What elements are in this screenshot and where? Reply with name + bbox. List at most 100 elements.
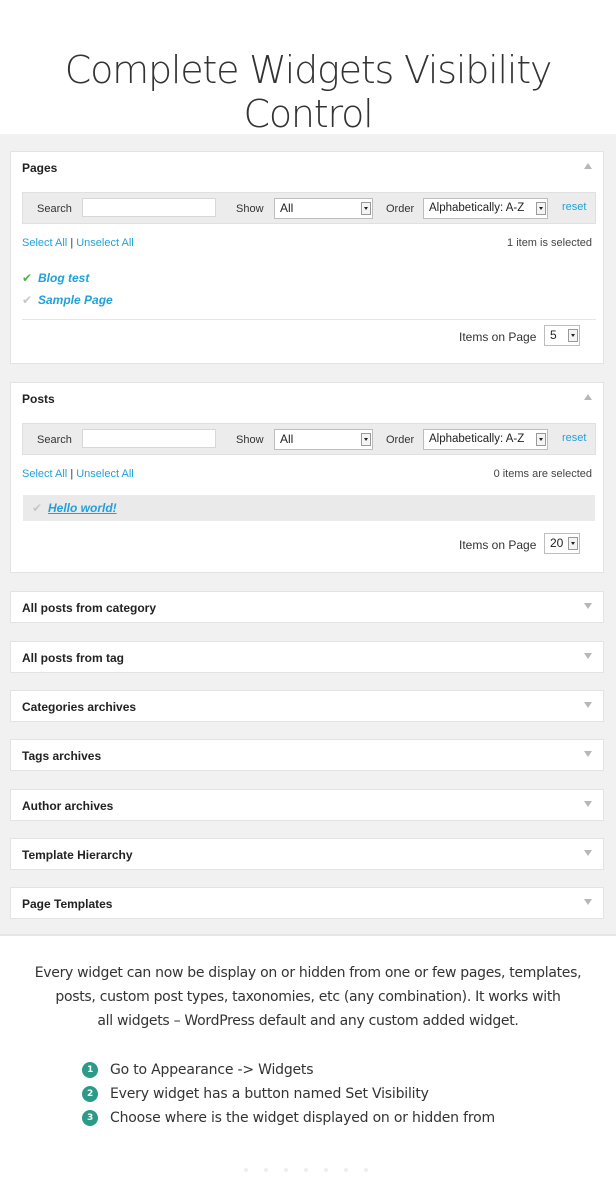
description-line: all widgets – WordPress default and any …: [97, 1013, 519, 1029]
pages-reset-link[interactable]: reset: [562, 201, 586, 213]
posts-order-select[interactable]: Alphabetically: A-Z: [423, 429, 548, 450]
pages-search-input[interactable]: [82, 198, 216, 217]
pages-selected-count: 1 item is selected: [507, 237, 592, 249]
posts-items-per-page-select[interactable]: 20: [544, 533, 580, 554]
dot: [324, 1168, 328, 1172]
step-text: Choose where is the widget displayed on …: [110, 1110, 495, 1126]
show-label: Show: [236, 203, 264, 215]
dropdown-arrow-icon: [568, 329, 578, 342]
panel-posts-from-category[interactable]: All posts from category: [10, 591, 604, 623]
list-item-label: Blog test: [38, 271, 90, 285]
expand-arrow-icon[interactable]: [584, 899, 592, 905]
panel-title: Page Templates: [22, 897, 113, 911]
step-item: 3 Choose where is the widget displayed on…: [82, 1106, 495, 1130]
posts-panel: Posts Search Show All Order Alphabetical…: [10, 382, 604, 573]
expand-arrow-icon[interactable]: [584, 751, 592, 757]
panel-categories-archives[interactable]: Categories archives: [10, 690, 604, 722]
select-all-link[interactable]: Select All: [22, 468, 67, 480]
dot: [264, 1168, 268, 1172]
expand-arrow-icon[interactable]: [584, 850, 592, 856]
dropdown-arrow-icon: [536, 433, 546, 446]
step-number-icon: 3: [82, 1110, 98, 1126]
list-item[interactable]: ✔ Blog test: [22, 271, 90, 285]
unselect-all-link[interactable]: Unselect All: [76, 468, 133, 480]
posts-selection-links: Select All | Unselect All: [22, 468, 134, 480]
posts-panel-title: Posts: [22, 392, 55, 406]
show-select-value: All: [280, 432, 294, 446]
step-text: Every widget has a button named Set Visi…: [110, 1086, 429, 1102]
pages-panel: Pages Search Show All Order Alphabetical…: [10, 151, 604, 364]
description-line: Every widget can now be display on or hi…: [34, 965, 582, 981]
list-item-label: Sample Page: [38, 293, 113, 307]
order-select-value: Alphabetically: A-Z: [429, 433, 525, 445]
feature-description: Every widget can now be display on or hi…: [14, 961, 602, 1033]
items-per-page-value: 5: [550, 328, 557, 342]
checkmark-icon: ✔: [22, 293, 33, 307]
list-item[interactable]: ✔ Sample Page: [22, 293, 113, 307]
posts-search-input[interactable]: [82, 429, 216, 448]
link-separator: |: [70, 468, 74, 480]
panel-title: Tags archives: [22, 749, 102, 763]
panel-title: All posts from tag: [22, 651, 125, 665]
dropdown-arrow-icon: [361, 202, 371, 215]
decorative-dots: [244, 1168, 374, 1174]
search-label: Search: [37, 203, 72, 215]
items-per-page-value: 20: [550, 536, 564, 550]
pages-order-select[interactable]: Alphabetically: A-Z: [423, 198, 548, 219]
dot: [364, 1168, 368, 1172]
dot: [344, 1168, 348, 1172]
expand-arrow-icon[interactable]: [584, 653, 592, 659]
items-on-page-label: Items on Page: [459, 538, 537, 552]
panel-title: Categories archives: [22, 700, 137, 714]
panel-page-templates[interactable]: Page Templates: [10, 887, 604, 919]
list-item-label: Hello world!: [48, 501, 117, 515]
collapse-arrow-icon[interactable]: [584, 163, 592, 169]
dropdown-arrow-icon: [568, 537, 578, 550]
order-label: Order: [386, 203, 415, 215]
dot: [284, 1168, 288, 1172]
link-separator: |: [70, 237, 74, 249]
divider: [22, 319, 596, 320]
posts-show-select[interactable]: All: [274, 429, 373, 450]
step-number-icon: 1: [82, 1062, 98, 1078]
posts-filter-bar: Search Show All Order Alphabetically: A-…: [22, 423, 596, 455]
step-item: 2 Every widget has a button named Set Vis…: [82, 1082, 495, 1106]
posts-selected-count: 0 items are selected: [493, 468, 592, 480]
steps-list: 1 Go to Appearance -> Widgets 2 Every widg…: [82, 1058, 495, 1130]
dropdown-arrow-icon: [536, 202, 546, 215]
panel-template-hierarchy[interactable]: Template Hierarchy: [10, 838, 604, 870]
expand-arrow-icon[interactable]: [584, 702, 592, 708]
pages-panel-title: Pages: [22, 161, 58, 175]
show-select-value: All: [280, 201, 294, 215]
pages-selection-links: Select All | Unselect All: [22, 237, 134, 249]
dot: [244, 1168, 248, 1172]
unselect-all-link[interactable]: Unselect All: [76, 237, 133, 249]
dot: [304, 1168, 308, 1172]
expand-arrow-icon[interactable]: [584, 801, 592, 807]
pages-items-per-page-select[interactable]: 5: [544, 325, 580, 346]
search-label: Search: [37, 434, 72, 446]
checkmark-icon: ✔: [32, 501, 43, 515]
pages-show-select[interactable]: All: [274, 198, 373, 219]
posts-reset-link[interactable]: reset: [562, 432, 586, 444]
description-line: posts, custom post types, taxonomies, et…: [55, 989, 561, 1005]
panel-title: Template Hierarchy: [22, 848, 133, 862]
panel-tags-archives[interactable]: Tags archives: [10, 739, 604, 771]
checkmark-icon: ✔: [22, 271, 33, 285]
collapse-arrow-icon[interactable]: [584, 394, 592, 400]
select-all-link[interactable]: Select All: [22, 237, 67, 249]
page-title: Complete Widgets Visibility Control: [64, 48, 553, 136]
panel-posts-from-tag[interactable]: All posts from tag: [10, 641, 604, 673]
panel-title: Author archives: [22, 799, 114, 813]
expand-arrow-icon[interactable]: [584, 603, 592, 609]
dropdown-arrow-icon: [361, 433, 371, 446]
pages-filter-bar: Search Show All Order Alphabetically: A-…: [22, 192, 596, 224]
list-item[interactable]: ✔ Hello world!: [23, 495, 595, 521]
step-text: Go to Appearance -> Widgets: [110, 1062, 314, 1078]
step-number-icon: 2: [82, 1086, 98, 1102]
widget-visibility-settings: Pages Search Show All Order Alphabetical…: [0, 134, 616, 936]
order-label: Order: [386, 434, 415, 446]
items-on-page-label: Items on Page: [459, 330, 537, 344]
panel-author-archives[interactable]: Author archives: [10, 789, 604, 821]
panel-title: All posts from category: [22, 601, 157, 615]
